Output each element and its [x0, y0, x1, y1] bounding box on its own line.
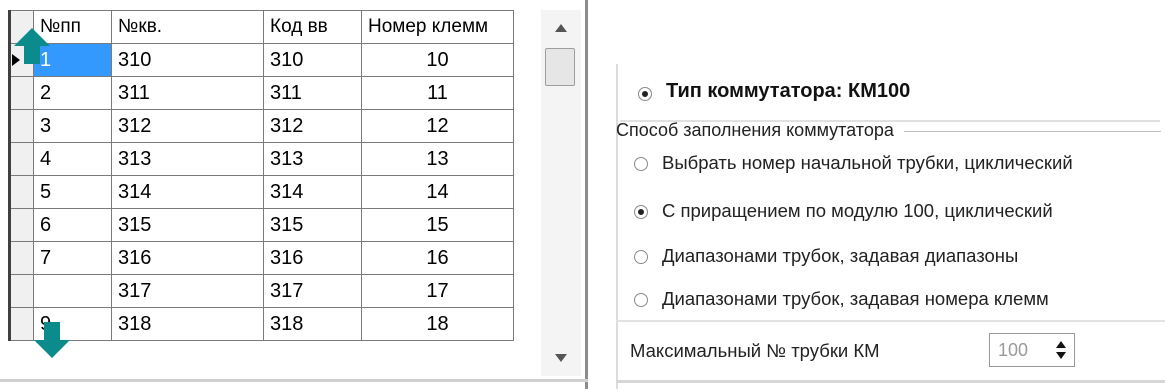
fill-method-label: С приращением по модулю 100, циклический: [662, 200, 1053, 221]
cell-apartment[interactable]: 316: [111, 241, 264, 275]
group-frame-line: [904, 131, 1161, 132]
panel-bottom-border: [616, 380, 1165, 383]
cell-apartment[interactable]: 312: [111, 109, 264, 143]
cell-terminal-number[interactable]: 11: [361, 76, 514, 110]
table-row[interactable]: 2 311 311 11: [8, 76, 514, 110]
vertical-scrollbar[interactable]: [541, 10, 581, 376]
fill-method-radio[interactable]: [634, 293, 648, 307]
table-row[interactable]: 6 315 315 15: [8, 208, 514, 242]
cell-terminal-number[interactable]: 13: [361, 142, 514, 176]
scroll-up-icon: [555, 24, 567, 32]
row-indicator-cell[interactable]: [8, 175, 34, 209]
cell-terminal-number[interactable]: 17: [361, 274, 514, 308]
cell-entry-code[interactable]: 318: [263, 307, 362, 341]
table-row[interactable]: 931831818: [8, 307, 514, 341]
grid-header-row: №пп №кв. Код вв Номер клемм: [8, 10, 514, 44]
fill-method-radio[interactable]: [634, 205, 648, 219]
cell-npp[interactable]: 7: [33, 241, 112, 275]
cell-entry-code[interactable]: 315: [263, 208, 362, 242]
cell-terminal-number[interactable]: 12: [361, 109, 514, 143]
cell-apartment[interactable]: 313: [111, 142, 264, 176]
cell-npp[interactable]: [33, 274, 112, 308]
cell-npp[interactable]: 2: [33, 76, 112, 110]
arrow-down-icon[interactable]: [32, 320, 72, 360]
cell-npp[interactable]: 5: [33, 175, 112, 209]
cell-apartment[interactable]: 318: [111, 307, 264, 341]
cell-apartment[interactable]: 310: [111, 43, 264, 77]
max-tube-value[interactable]: 100: [998, 340, 1028, 361]
row-indicator-cell[interactable]: [8, 76, 34, 110]
cell-terminal-number[interactable]: 18: [361, 307, 514, 341]
cell-npp[interactable]: 4: [33, 142, 112, 176]
table-row[interactable]: 317 317 17: [8, 274, 514, 308]
cell-entry-code[interactable]: 311: [263, 76, 362, 110]
switch-settings-panel: Тип коммутатора: КМ100 Способ заполнения…: [616, 0, 1165, 389]
column-header-apartment[interactable]: №кв.: [111, 10, 264, 44]
grid-table: №пп №кв. Код вв Номер клемм 1 310 310 10 2 31…: [8, 10, 514, 341]
fill-method-label: Выбрать номер начальной трубки, цикличес…: [662, 152, 1073, 173]
panel-separator: [616, 320, 1165, 322]
column-header-entry-code[interactable]: Код вв: [263, 10, 362, 44]
cell-npp[interactable]: 3: [33, 109, 112, 143]
cell-entry-code[interactable]: 314: [263, 175, 362, 209]
row-indicator-cell[interactable]: [8, 307, 34, 341]
cell-entry-code[interactable]: 313: [263, 142, 362, 176]
table-row[interactable]: 3 312 312 12: [8, 109, 514, 143]
panel-divider: [616, 64, 618, 389]
cell-terminal-number[interactable]: 10: [361, 43, 514, 77]
switch-type-box: Тип коммутатора: КМ100: [620, 68, 1160, 122]
fill-method-group-title: Способ заполнения коммутатора: [616, 120, 894, 140]
grid-border-right: [585, 0, 588, 389]
table-row[interactable]: 5 314 314 14: [8, 175, 514, 209]
cell-entry-code[interactable]: 316: [263, 241, 362, 275]
spinner-up-down-icon[interactable]: [1055, 339, 1067, 361]
row-indicator-cell[interactable]: [8, 208, 34, 242]
switch-type-radio[interactable]: [638, 87, 652, 101]
cell-apartment[interactable]: 317: [111, 274, 264, 308]
cell-entry-code[interactable]: 310: [263, 43, 362, 77]
fill-method-label: Диапазонами трубок, задавая диапазоны: [662, 245, 1019, 266]
arrow-up-icon[interactable]: [12, 26, 52, 66]
column-header-terminal-number[interactable]: Номер клемм: [361, 10, 514, 44]
row-indicator-cell[interactable]: [8, 109, 34, 143]
cell-entry-code[interactable]: 312: [263, 109, 362, 143]
fill-method-radio[interactable]: [634, 250, 648, 264]
cell-terminal-number[interactable]: 16: [361, 241, 514, 275]
cell-apartment[interactable]: 311: [111, 76, 264, 110]
cell-apartment[interactable]: 315: [111, 208, 264, 242]
data-grid: №пп №кв. Код вв Номер клемм 1 310 310 10 2 31…: [0, 0, 588, 389]
spinner-buttons[interactable]: [1052, 339, 1070, 361]
scroll-up-button[interactable]: [541, 10, 581, 46]
cell-entry-code[interactable]: 317: [263, 274, 362, 308]
cell-npp[interactable]: 6: [33, 208, 112, 242]
scroll-down-button[interactable]: [541, 340, 581, 376]
grid-border-bottom: [0, 379, 588, 382]
switch-type-label: Тип коммутатора: КМ100: [666, 80, 911, 102]
fill-method-label: Диапазонами трубок, задавая номера клемм: [662, 288, 1049, 309]
cell-terminal-number[interactable]: 15: [361, 208, 514, 242]
table-row[interactable]: 7 316 316 16: [8, 241, 514, 275]
scroll-down-icon: [555, 354, 567, 362]
row-indicator-cell[interactable]: [8, 241, 34, 275]
table-row[interactable]: 4 313 313 13: [8, 142, 514, 176]
fill-method-radio[interactable]: [634, 157, 648, 171]
table-row[interactable]: 1 310 310 10: [8, 43, 514, 77]
row-indicator-cell[interactable]: [8, 142, 34, 176]
cell-terminal-number[interactable]: 14: [361, 175, 514, 209]
max-tube-label: Максимальный № трубки КМ: [630, 340, 880, 361]
max-tube-spinner[interactable]: 100: [989, 333, 1075, 367]
scrollbar-thumb[interactable]: [545, 48, 575, 86]
row-indicator-cell[interactable]: [8, 274, 34, 308]
cell-apartment[interactable]: 314: [111, 175, 264, 209]
